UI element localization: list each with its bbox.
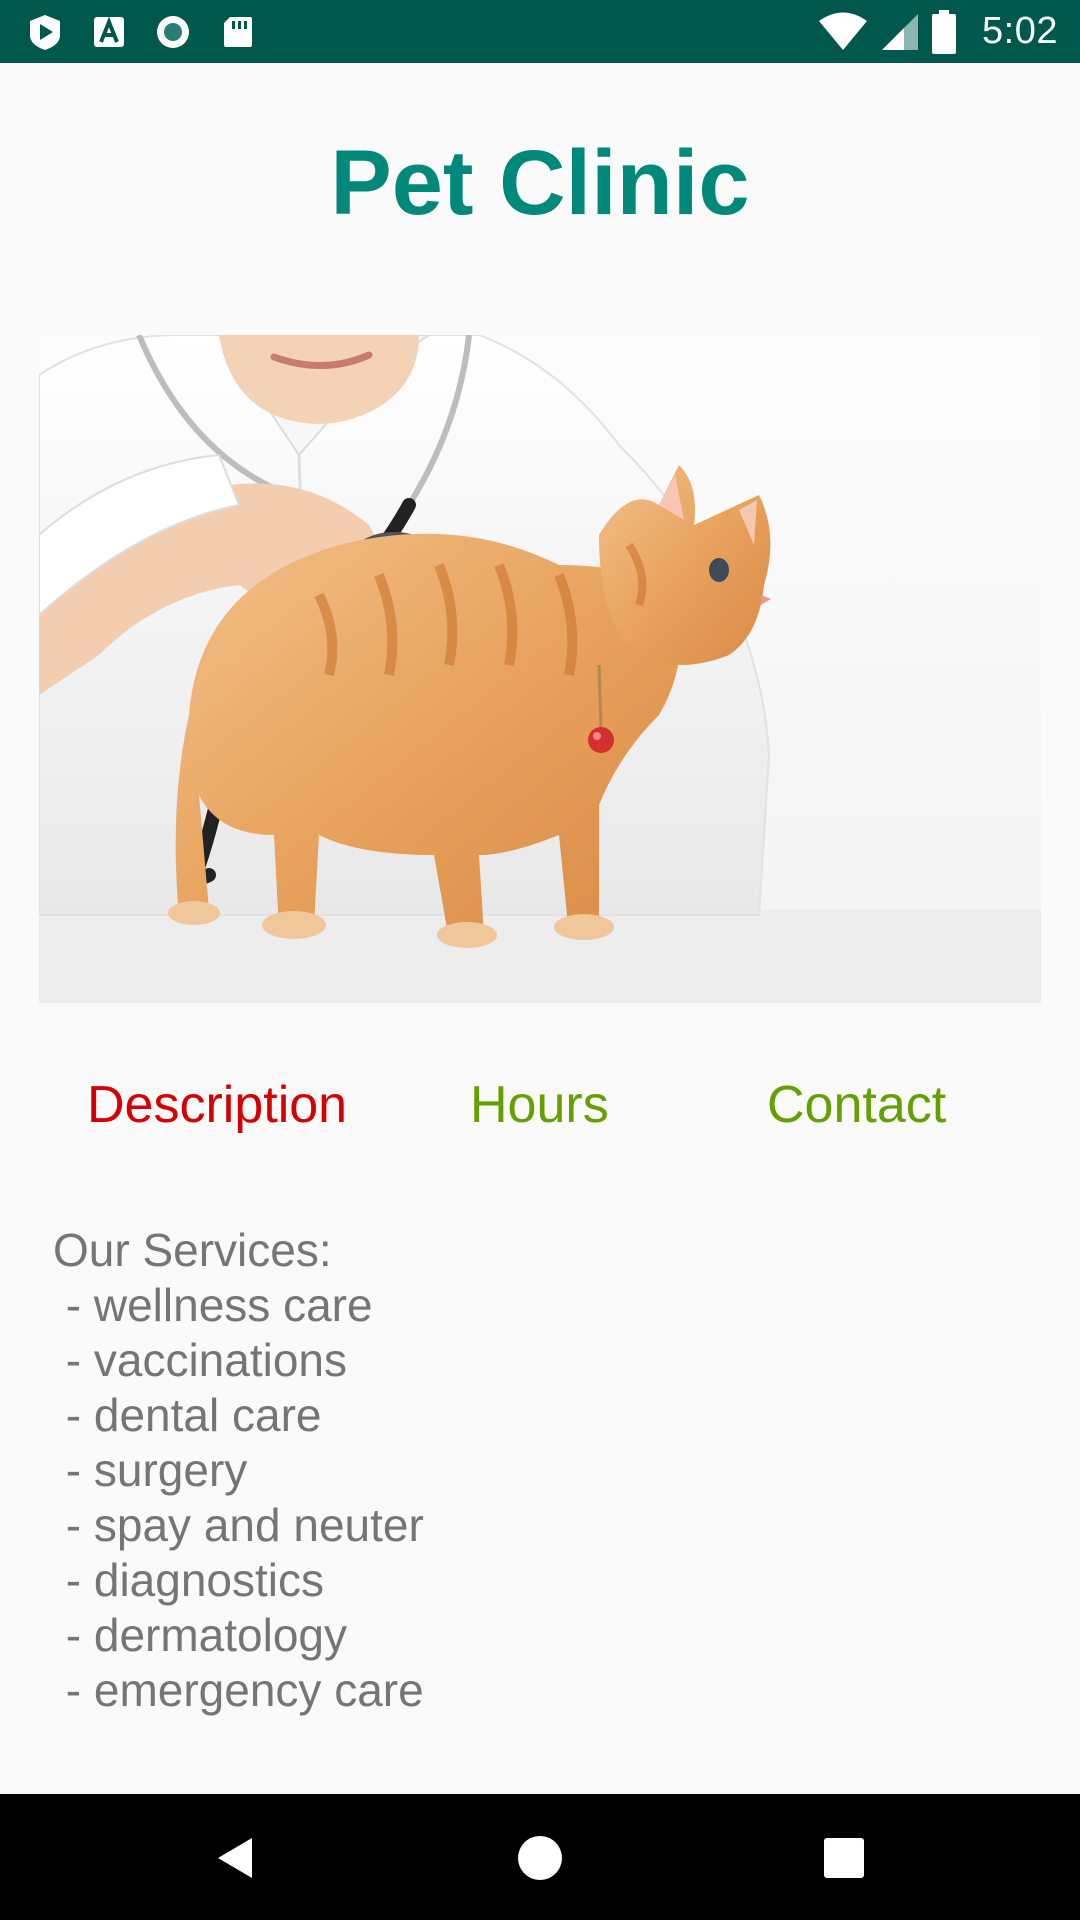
battery-icon [932,9,957,54]
back-icon[interactable] [212,1834,260,1882]
status-left-icons [26,10,256,53]
service-item: - vaccinations [53,1334,348,1386]
circle-record-icon [157,15,189,48]
recents-icon[interactable] [820,1834,868,1882]
service-item: - diagnostics [53,1554,325,1606]
service-item: - surgery [53,1444,248,1496]
home-icon[interactable] [516,1834,564,1882]
service-item: - dental care [53,1389,322,1441]
wifi-icon [819,12,868,50]
status-bar: 5:02 [0,0,1080,63]
vet-with-kitten-image [39,335,1041,1003]
status-right-icons: 5:02 [818,0,1058,63]
service-item: - emergency care [53,1664,424,1716]
font-a-icon [94,16,124,47]
services-description: Our Services: - wellness care - vaccinat… [53,1223,953,1718]
tab-description[interactable]: Description [87,1070,347,1140]
status-clock: 5:02 [982,10,1058,52]
hero-image [39,335,1041,1003]
page-title: Pet Clinic [330,132,750,234]
services-heading: Our Services: [53,1224,332,1276]
tab-hours[interactable]: Hours [470,1070,609,1140]
service-item: - wellness care [53,1279,373,1331]
play-store-icon [30,14,60,50]
service-item: - spay and neuter [53,1499,424,1551]
signal-icon [882,13,919,50]
sd-card-icon [224,16,252,47]
service-item: - dermatology [53,1609,348,1661]
tab-contact[interactable]: Contact [767,1070,946,1140]
navigation-bar [0,1794,1080,1920]
tab-bar: Description Hours Contact [0,1070,1080,1140]
